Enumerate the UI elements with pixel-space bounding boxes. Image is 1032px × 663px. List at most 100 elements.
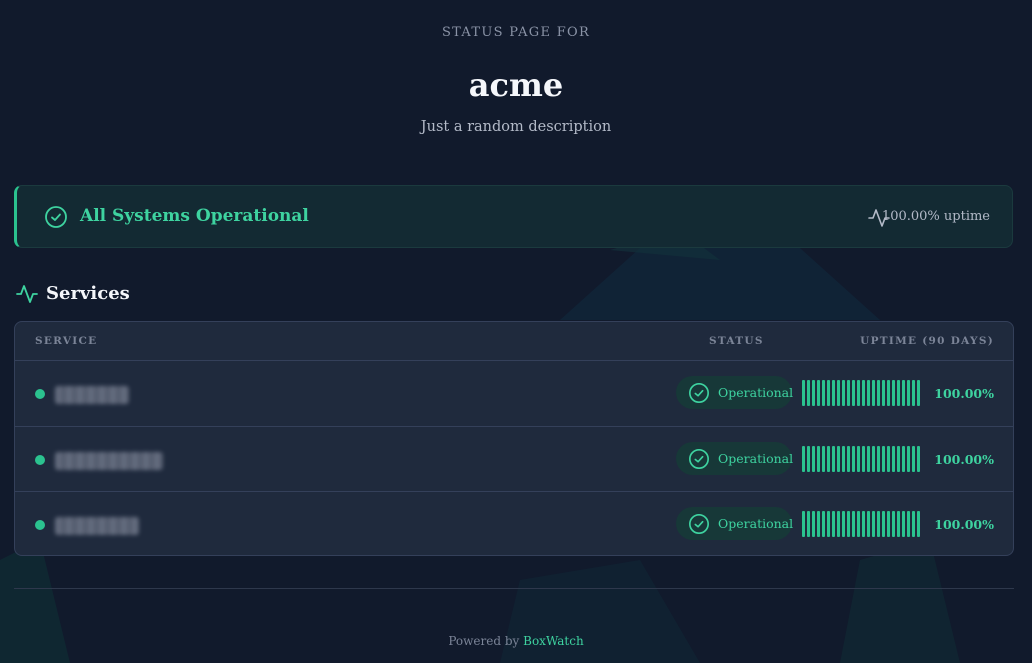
uptime-day-bar[interactable] — [917, 511, 920, 537]
uptime-day-bar[interactable] — [812, 380, 815, 406]
uptime-day-bar[interactable] — [822, 446, 825, 472]
uptime-day-bar[interactable] — [867, 511, 870, 537]
uptime-day-bar[interactable] — [812, 446, 815, 472]
uptime-day-bar[interactable] — [912, 446, 915, 472]
status-dot — [35, 520, 45, 530]
uptime-day-bar[interactable] — [897, 511, 900, 537]
uptime-day-bar[interactable] — [842, 380, 845, 406]
uptime-day-bar[interactable] — [887, 446, 890, 472]
uptime-day-bar[interactable] — [827, 511, 830, 537]
uptime-day-bar[interactable] — [852, 511, 855, 537]
uptime-day-bar[interactable] — [852, 446, 855, 472]
uptime-percentage: 100.00% — [934, 386, 994, 401]
table-row[interactable]: Operational 100.00% — [15, 491, 1013, 555]
uptime-day-bar[interactable] — [867, 446, 870, 472]
uptime-day-bar[interactable] — [842, 446, 845, 472]
uptime-day-bar[interactable] — [847, 511, 850, 537]
uptime-day-bar[interactable] — [822, 511, 825, 537]
uptime-day-bar[interactable] — [857, 380, 860, 406]
uptime-day-bar[interactable] — [917, 380, 920, 406]
uptime-day-bar[interactable] — [892, 380, 895, 406]
uptime-day-bar[interactable] — [807, 446, 810, 472]
uptime-day-bar[interactable] — [802, 511, 805, 537]
uptime-day-bar[interactable] — [882, 380, 885, 406]
page-description: Just a random description — [420, 119, 612, 135]
uptime-day-bar[interactable] — [837, 380, 840, 406]
uptime-day-bar[interactable] — [832, 511, 835, 537]
uptime-day-bar[interactable] — [857, 446, 860, 472]
table-row[interactable]: Operational 100.00% — [15, 361, 1013, 426]
uptime-day-bar[interactable] — [892, 446, 895, 472]
uptime-day-bar[interactable] — [912, 380, 915, 406]
uptime-day-bar[interactable] — [807, 511, 810, 537]
uptime-day-bar[interactable] — [877, 380, 880, 406]
check-circle-icon — [689, 514, 709, 534]
uptime-day-bar[interactable] — [817, 511, 820, 537]
footer: Powered by BoxWatch — [0, 634, 1032, 648]
uptime-history-bars[interactable] — [802, 446, 922, 472]
uptime-day-bar[interactable] — [882, 511, 885, 537]
check-circle-icon — [45, 206, 67, 228]
uptime-day-bar[interactable] — [867, 380, 870, 406]
uptime-day-bar[interactable] — [872, 446, 875, 472]
uptime-day-bar[interactable] — [827, 446, 830, 472]
uptime-day-bar[interactable] — [812, 511, 815, 537]
uptime-day-bar[interactable] — [892, 511, 895, 537]
uptime-day-bar[interactable] — [857, 511, 860, 537]
uptime-day-bar[interactable] — [872, 511, 875, 537]
column-header-status: STATUS — [709, 335, 764, 347]
uptime-percentage: 100.00% — [934, 517, 994, 532]
uptime-day-bar[interactable] — [907, 446, 910, 472]
uptime-day-bar[interactable] — [887, 511, 890, 537]
uptime-day-bar[interactable] — [807, 380, 810, 406]
redacted-service-name — [55, 517, 139, 535]
uptime-day-bar[interactable] — [817, 446, 820, 472]
overall-status-text: All Systems Operational — [80, 206, 309, 226]
uptime-day-bar[interactable] — [862, 511, 865, 537]
uptime-day-bar[interactable] — [837, 511, 840, 537]
uptime-day-bar[interactable] — [877, 511, 880, 537]
uptime-day-bar[interactable] — [817, 380, 820, 406]
uptime-day-bar[interactable] — [842, 511, 845, 537]
status-badge: Operational — [676, 376, 793, 409]
uptime-day-bar[interactable] — [802, 380, 805, 406]
uptime-history-bars[interactable] — [802, 511, 922, 537]
overall-uptime-text: 100.00% uptime — [881, 209, 990, 224]
uptime-day-bar[interactable] — [907, 380, 910, 406]
uptime-day-bar[interactable] — [902, 446, 905, 472]
uptime-day-bar[interactable] — [847, 446, 850, 472]
uptime-day-bar[interactable] — [802, 446, 805, 472]
uptime-day-bar[interactable] — [847, 380, 850, 406]
uptime-day-bar[interactable] — [827, 380, 830, 406]
uptime-day-bar[interactable] — [897, 446, 900, 472]
uptime-day-bar[interactable] — [862, 380, 865, 406]
overall-status-banner: All Systems Operational 100.00% uptime — [14, 185, 1013, 248]
footer-prefix: Powered by — [448, 634, 520, 648]
footer-brand-link[interactable]: BoxWatch — [523, 634, 584, 648]
uptime-day-bar[interactable] — [862, 446, 865, 472]
uptime-day-bar[interactable] — [822, 380, 825, 406]
check-circle-icon — [689, 383, 709, 403]
uptime-day-bar[interactable] — [837, 446, 840, 472]
uptime-day-bar[interactable] — [912, 511, 915, 537]
column-header-service: SERVICE — [35, 335, 98, 347]
uptime-day-bar[interactable] — [832, 446, 835, 472]
uptime-day-bar[interactable] — [872, 380, 875, 406]
uptime-day-bar[interactable] — [832, 380, 835, 406]
table-row[interactable]: Operational 100.00% — [15, 426, 1013, 491]
uptime-day-bar[interactable] — [917, 446, 920, 472]
uptime-day-bar[interactable] — [902, 380, 905, 406]
uptime-history-bars[interactable] — [802, 380, 922, 406]
uptime-day-bar[interactable] — [897, 380, 900, 406]
page-title: acme — [468, 66, 564, 104]
uptime-day-bar[interactable] — [852, 380, 855, 406]
uptime-day-bar[interactable] — [887, 380, 890, 406]
uptime-day-bar[interactable] — [882, 446, 885, 472]
status-badge: Operational — [676, 507, 793, 540]
status-page: STATUS PAGE FOR acme Just a random descr… — [0, 0, 1032, 663]
status-page-eyebrow: STATUS PAGE FOR — [441, 25, 591, 40]
status-dot — [35, 455, 45, 465]
uptime-day-bar[interactable] — [907, 511, 910, 537]
uptime-day-bar[interactable] — [902, 511, 905, 537]
uptime-day-bar[interactable] — [877, 446, 880, 472]
